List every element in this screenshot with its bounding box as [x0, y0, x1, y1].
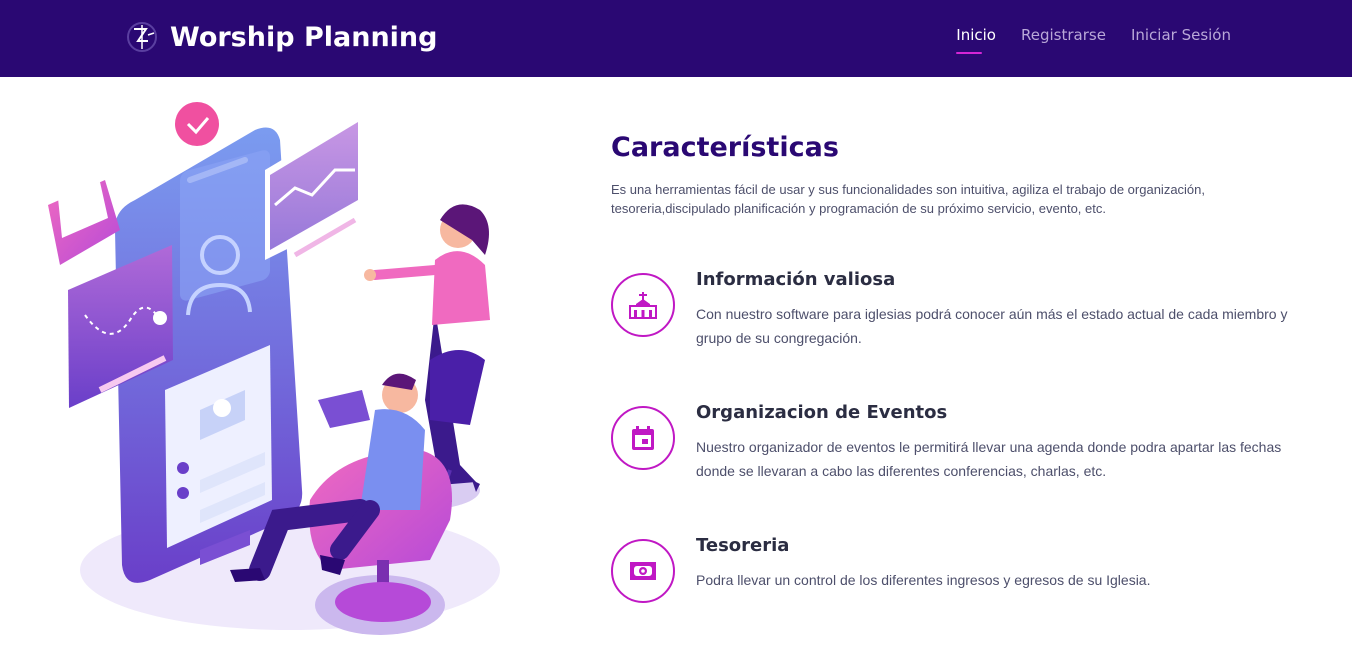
church-icon [629, 292, 657, 319]
feature-item: Tesoreria Podra llevar un control de los… [611, 535, 1311, 629]
feature-icon-circle [611, 406, 675, 470]
hero-illustration [48, 102, 500, 635]
nav-inicio[interactable]: Inicio [956, 26, 996, 56]
logo-icon [127, 22, 157, 52]
feature-text: Con nuestro software para iglesias podrá… [696, 306, 1288, 346]
main-nav: Inicio Registrarse Iniciar Sesión [956, 26, 1231, 56]
feature-icon-circle [611, 273, 675, 337]
feature-text: Podra llevar un control de los diferente… [696, 572, 1151, 588]
nav-iniciar-sesion[interactable]: Iniciar Sesión [1131, 26, 1231, 56]
calendar-icon [632, 426, 654, 450]
feature-item: Organizacion de Eventos Nuestro organiza… [611, 402, 1311, 496]
nav-registrarse[interactable]: Registrarse [1021, 26, 1106, 56]
section-title: Características [611, 132, 839, 163]
navbar: Worship Planning Inicio Registrarse Inic… [0, 0, 1352, 77]
feature-text: Nuestro organizador de eventos le permit… [696, 439, 1282, 479]
feature-icon-circle [611, 539, 675, 603]
feature-item: Información valiosa Con nuestro software… [611, 269, 1311, 363]
brand-title: Worship Planning [170, 21, 438, 53]
feature-title: Organizacion de Eventos [696, 402, 948, 423]
brand-link[interactable]: Worship Planning [126, 17, 437, 57]
section-description: Es una herramientas fácil de usar y sus … [611, 182, 1206, 216]
money-icon [630, 562, 656, 580]
feature-title: Tesoreria [696, 535, 790, 556]
feature-title: Información valiosa [696, 269, 896, 290]
